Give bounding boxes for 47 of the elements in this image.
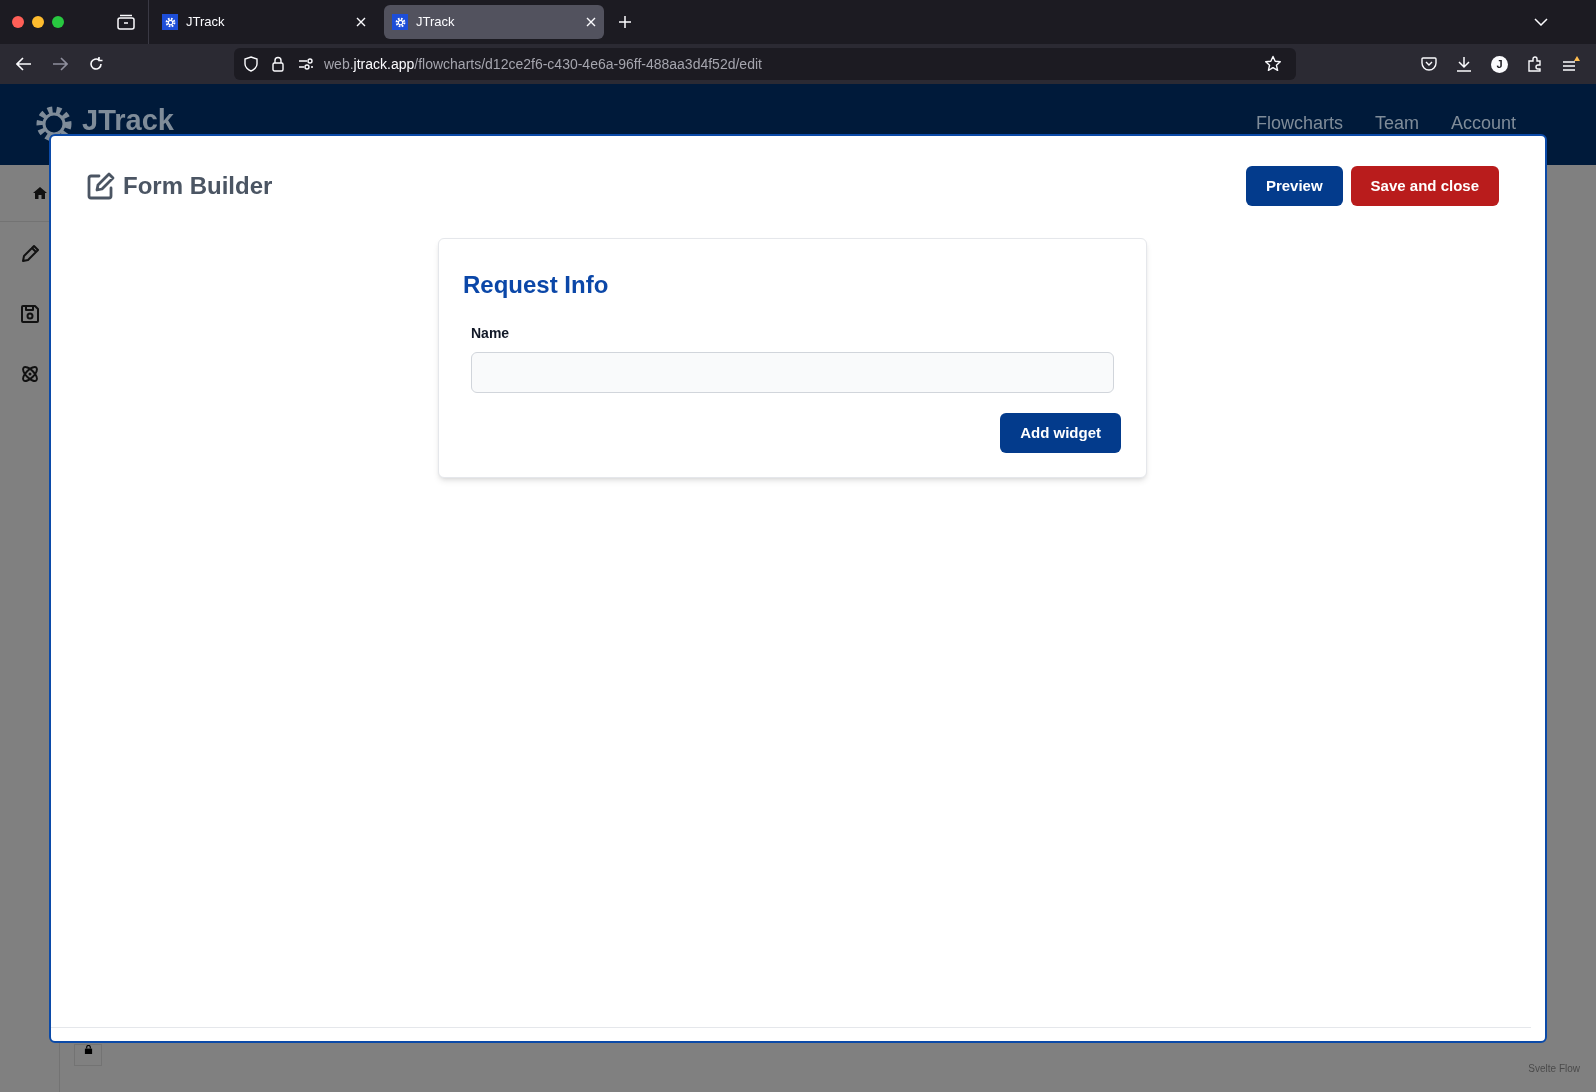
app-logo-text: JTrack [82,106,174,135]
forward-icon[interactable] [52,57,68,71]
form-title: Request Info [463,270,610,300]
account-avatar-icon[interactable]: J [1491,55,1508,73]
reload-icon[interactable] [88,56,104,72]
nav-link[interactable]: Flowcharts [1255,114,1343,132]
permissions-icon[interactable] [298,58,314,70]
tab-group-icon[interactable] [117,14,135,30]
chevron-down-icon[interactable] [1534,18,1548,26]
close-icon[interactable] [356,17,366,27]
maximize-window-button[interactable] [52,16,64,28]
nav-link[interactable]: Account [1450,114,1516,132]
lock-icon [83,1045,93,1054]
name-field[interactable] [471,352,1114,393]
close-window-button[interactable] [12,16,24,28]
extensions-icon[interactable] [1527,56,1543,72]
gear-logo-icon [34,104,74,144]
atom-icon[interactable] [19,364,40,384]
pocket-icon[interactable] [1421,57,1437,71]
download-icon[interactable] [1456,56,1472,72]
lock-icon[interactable] [272,56,284,72]
save-icon[interactable] [19,304,40,324]
save-and-close-button[interactable]: Save and close [1350,166,1499,206]
menu-icon[interactable] [1562,56,1580,72]
pencil-icon[interactable] [19,244,40,264]
favicon-icon [162,14,178,30]
tab-title: JTrack [416,13,456,32]
lock-button[interactable] [74,1044,102,1066]
url-text: web.jtrack.app/flowcharts/d12ce2f6-c430-4e6a-96ff-488aa3d4f52d/edit [324,54,763,74]
back-icon[interactable] [16,57,32,71]
favicon-icon [392,14,408,30]
browser-tab[interactable]: JTrack [384,5,604,39]
tab-title: JTrack [186,13,226,32]
minimize-window-button[interactable] [32,16,44,28]
modal-title: Form Builder [123,171,273,201]
home-icon[interactable] [32,187,47,199]
nav-link[interactable]: Team [1374,114,1419,132]
shield-icon[interactable] [244,56,258,72]
new-tab-icon[interactable] [618,15,632,29]
address-bar[interactable]: web.jtrack.app/flowcharts/d12ce2f6-c430-4e6a-96ff-488aa3d4f52d/edit [234,48,1296,80]
browser-tab[interactable]: JTrack [154,5,374,39]
field-label: Name [471,324,511,343]
preview-button[interactable]: Preview [1245,166,1343,206]
add-widget-button[interactable]: Add widget [1000,413,1121,453]
bookmark-star-icon[interactable] [1264,55,1282,73]
edit-icon [85,170,117,202]
close-icon[interactable] [586,17,596,27]
